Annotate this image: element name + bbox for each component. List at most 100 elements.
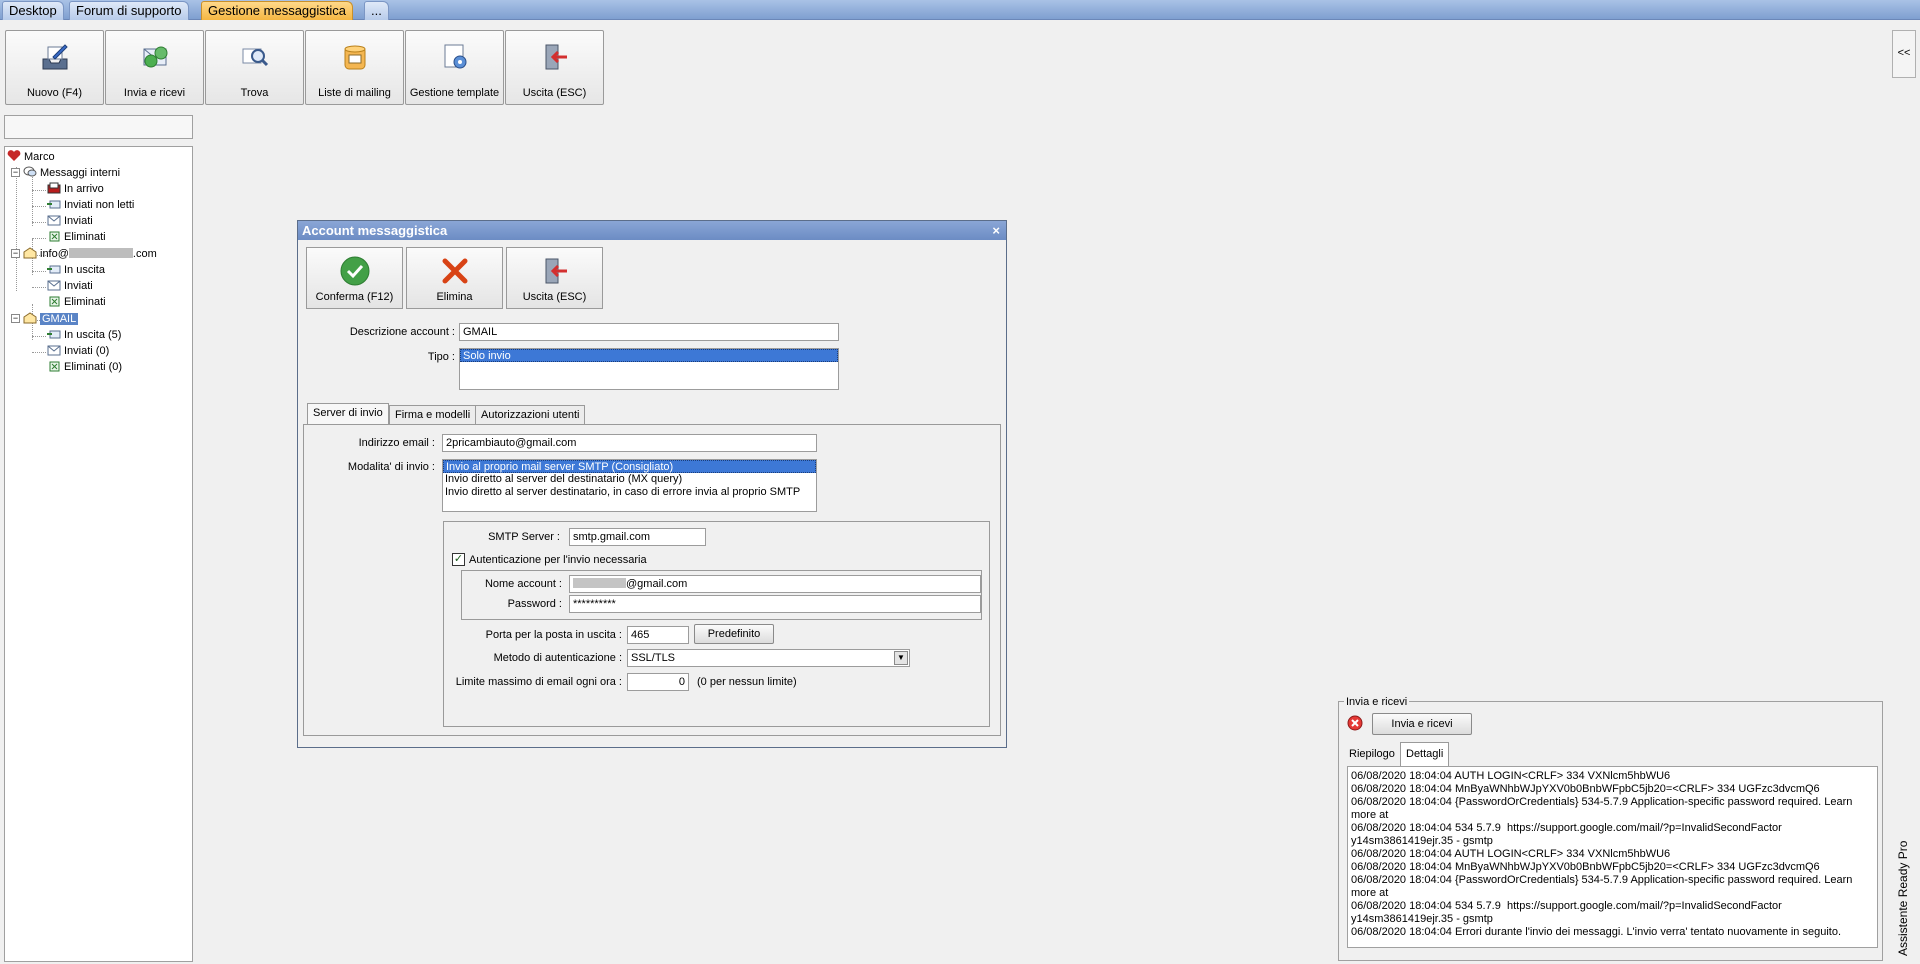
limite-input[interactable]: 0 [627, 673, 689, 691]
error-status-icon [1347, 715, 1363, 731]
inbox-icon [47, 182, 61, 194]
send-receive-icon [143, 46, 168, 68]
tree-item-eliminati[interactable]: Eliminati (0) [47, 359, 122, 375]
find-button[interactable]: Trova [205, 30, 304, 105]
tab-desktop[interactable]: Desktop [2, 1, 64, 20]
assistant-side-tab[interactable]: Assistente Ready Pro [1896, 836, 1916, 961]
dialog-exit-button[interactable]: Uscita (ESC) [506, 247, 603, 309]
tree-item-inviati[interactable]: Inviati [47, 278, 93, 294]
porta-input[interactable]: 465 [627, 626, 689, 644]
tree-item-label: In uscita (5) [64, 329, 122, 341]
porta-label: Porta per la posta in uscita : [485, 629, 622, 641]
redacted-block [573, 578, 626, 588]
expand-toggle-info[interactable]: − [11, 249, 20, 258]
send-receive-button-label: Invia e ricevi [123, 87, 186, 99]
tree-info-account[interactable]: info@ .com [23, 246, 157, 262]
mailing-list-button[interactable]: Liste di mailing [305, 30, 404, 105]
tree-item-label: Eliminati [64, 231, 106, 243]
template-button-label: Gestione template [409, 87, 500, 99]
chat-bubbles-icon [23, 166, 37, 178]
dropdown-arrow-icon[interactable]: ▼ [894, 651, 908, 665]
tree-item-label: Inviati non letti [64, 199, 135, 211]
tree-item-in-arrivo[interactable]: In arrivo [47, 181, 104, 197]
auth-checkbox[interactable]: ✓ [452, 553, 465, 566]
metodo-value: SSL/TLS [631, 652, 676, 664]
tree-item-inviati[interactable]: Inviati [47, 213, 93, 229]
delete-button-label: Elimina [436, 291, 473, 303]
tree-search-input[interactable] [4, 115, 193, 139]
tab-forum[interactable]: Forum di supporto [69, 1, 189, 20]
descrizione-input[interactable]: GMAIL [459, 323, 839, 341]
tree-item-eliminati[interactable]: Eliminati [47, 229, 106, 245]
info-account-prefix: info@ [40, 248, 69, 260]
tab-riepilogo[interactable]: Riepilogo [1344, 744, 1400, 766]
tree-internal-messages[interactable]: Messaggi interni [23, 165, 120, 181]
predefinito-button[interactable]: Predefinito [694, 624, 774, 644]
metodo-select[interactable]: SSL/TLS ▼ [627, 649, 910, 667]
exit-button-label: Uscita (ESC) [522, 87, 587, 99]
tab-more[interactable]: ... [364, 1, 389, 20]
new-button-label: Nuovo (F4) [26, 87, 83, 99]
modalita-option[interactable]: Invio diretto al server destinatario, in… [443, 486, 816, 499]
tree-item-inviati[interactable]: Inviati (0) [47, 343, 109, 359]
outgoing-mail-icon [47, 198, 61, 210]
tab-dettagli[interactable]: Dettagli [1400, 742, 1450, 766]
log-line: 06/08/2020 18:04:04 534 5.7.9 https://su… [1351, 900, 1785, 925]
delete-button[interactable]: Elimina [406, 247, 503, 309]
collapse-panel-button[interactable]: << [1892, 30, 1916, 78]
tab-server-invio[interactable]: Server di invio [307, 403, 389, 425]
tree-gmail-account[interactable]: GMAIL [23, 311, 79, 327]
tree-item-in-uscita[interactable]: In uscita [47, 262, 105, 278]
send-receive-button[interactable]: Invia e ricevi [105, 30, 204, 105]
tree-item-inviati-non-letti[interactable]: Inviati non letti [47, 197, 134, 213]
modalita-option[interactable]: Invio diretto al server del destinatario… [443, 473, 816, 486]
tree-root-user[interactable]: Marco [7, 149, 55, 165]
info-account-suffix: .com [132, 248, 157, 260]
trash-icon [47, 360, 61, 372]
top-tab-strip: Desktop Forum di supporto Gestione messa… [0, 0, 1920, 20]
tree-item-label: Eliminati (0) [64, 361, 123, 373]
tree-item-label: In arrivo [64, 183, 104, 195]
tree-item-label: Inviati [64, 280, 93, 292]
tree-item-label: In uscita [64, 264, 105, 276]
tree-root-label: Marco [24, 151, 55, 163]
smtp-input[interactable]: smtp.gmail.com [569, 528, 706, 546]
confirm-button[interactable]: Conferma (F12) [306, 247, 403, 309]
log-line: 06/08/2020 18:04:04 534 5.7.9 https://su… [1351, 822, 1785, 847]
modalita-listbox[interactable]: Invio al proprio mail server SMTP (Consi… [442, 459, 817, 512]
password-label: Password : [507, 598, 562, 610]
account-name-value: @gmail.com [626, 578, 688, 590]
exit-button[interactable]: Uscita (ESC) [505, 30, 604, 105]
tab-gestione-messaggistica[interactable]: Gestione messaggistica [201, 1, 354, 20]
expand-toggle-internal[interactable]: − [11, 168, 20, 177]
password-input[interactable]: ********** [569, 595, 981, 613]
new-button[interactable]: Nuovo (F4) [5, 30, 104, 105]
modalita-option[interactable]: Invio al proprio mail server SMTP (Consi… [443, 460, 816, 473]
email-label: Indirizzo email : [358, 437, 435, 449]
tab-firma-modelli[interactable]: Firma e modelli [389, 405, 477, 425]
tab-autorizzazioni[interactable]: Autorizzazioni utenti [475, 405, 586, 425]
find-icon [242, 48, 269, 67]
tree-item-eliminati[interactable]: Eliminati [47, 294, 106, 310]
dialog-close-icon[interactable]: × [992, 221, 1000, 240]
template-button[interactable]: Gestione template [405, 30, 504, 105]
tipo-option[interactable]: Solo invio [460, 349, 838, 362]
auth-checkbox-label: Autenticazione per l'invio necessaria [469, 554, 647, 566]
sent-folder-icon [47, 279, 61, 291]
tree-gmail-label: GMAIL [40, 313, 79, 325]
mail-account-icon [23, 247, 37, 259]
log-textbox[interactable]: 06/08/2020 18:04:04 AUTH LOGIN<CRLF> 334… [1347, 766, 1878, 948]
exit-icon [545, 258, 567, 284]
send-receive-now-button[interactable]: Invia e ricevi [1372, 713, 1472, 735]
trash-icon [47, 295, 61, 307]
account-name-input[interactable]: @gmail.com [569, 575, 981, 593]
tipo-listbox[interactable]: Solo invio [459, 348, 839, 390]
exit-icon [545, 44, 567, 70]
log-line: 06/08/2020 18:04:04 AUTH LOGIN<CRLF> 334… [1351, 770, 1671, 782]
user-heart-icon [7, 150, 21, 162]
new-message-icon [42, 44, 68, 70]
expand-toggle-gmail[interactable]: − [11, 314, 20, 323]
tree-item-in-uscita[interactable]: In uscita (5) [47, 327, 121, 343]
email-input[interactable]: 2pricambiauto@gmail.com [442, 434, 817, 452]
log-line: 06/08/2020 18:04:04 {PasswordOrCredentia… [1351, 796, 1856, 821]
